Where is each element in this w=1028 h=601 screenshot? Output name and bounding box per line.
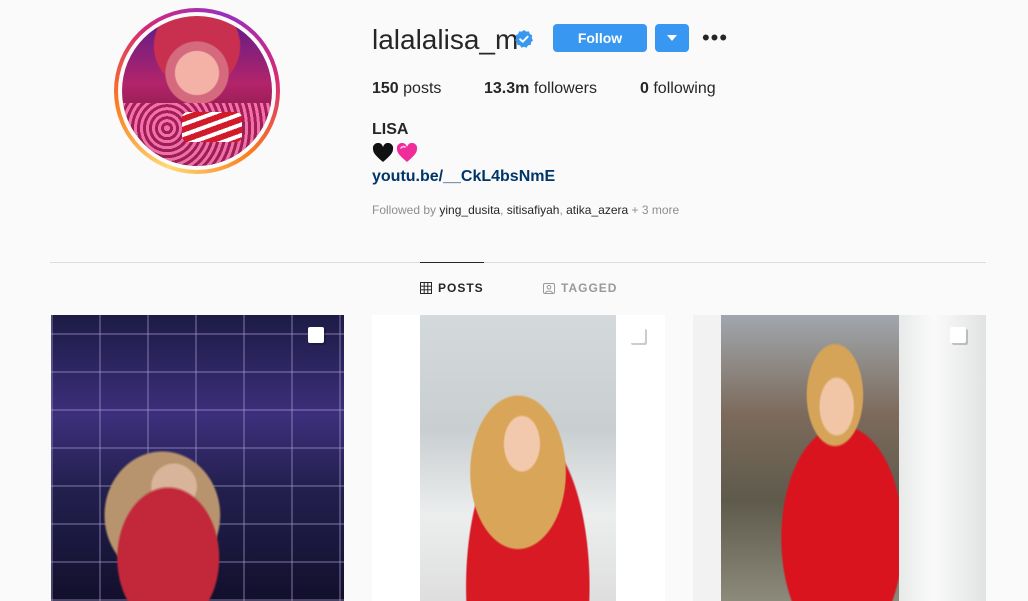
following-count: 0 [640,80,649,97]
following-label: following [653,80,716,97]
black-heart-icon [372,143,394,162]
post-curtain [899,315,986,601]
posts-count: 150 [372,80,399,97]
bio-link[interactable]: youtu.be/__CkL4bsNmE [372,168,555,186]
tabs-divider [50,262,986,263]
active-tab-indicator [420,262,484,263]
username: lalalalisa_m [372,24,519,55]
followers-label: followers [533,80,597,97]
verified-badge-icon [515,30,533,48]
grid-icon [420,282,432,294]
tab-posts-label: POSTS [438,281,484,295]
followed-by-name[interactable]: ying_dusita [439,203,500,217]
post-photo [721,315,899,601]
post-thumbnail[interactable] [693,315,986,601]
avatar [122,16,272,166]
tab-posts[interactable]: POSTS [420,281,484,295]
post-thumbnail[interactable] [372,315,665,601]
multi-photo-icon [308,327,326,345]
chevron-down-icon [667,35,677,41]
bio-emojis [372,143,418,165]
suggested-dropdown-button[interactable] [655,24,689,52]
more-options-icon[interactable]: ••• [702,26,727,50]
followed-by-prefix: Followed by [372,203,437,217]
tab-tagged-label: TAGGED [561,281,618,295]
followed-by-more[interactable]: + 3 more [632,203,680,217]
following-stat[interactable]: 0 following [640,80,716,98]
posts-stat: 150 posts [372,80,441,98]
followers-count: 13.3m [484,80,530,97]
follow-button[interactable]: Follow [553,24,647,52]
followed-by[interactable]: Followed by ying_dusita, sitisafiyah, at… [372,203,679,217]
tab-tagged[interactable]: TAGGED [543,281,617,295]
followed-by-name[interactable]: sitisafiyah [507,203,560,217]
followed-by-name[interactable]: atika_azera [566,203,628,217]
avatar-collar [182,112,242,142]
multi-photo-icon [629,327,647,345]
post-thumbnail[interactable] [51,315,344,601]
post-photo [420,315,616,601]
multi-photo-icon [950,327,968,345]
profile-avatar-ring[interactable] [114,8,280,174]
tagged-icon [543,283,555,294]
full-name: LISA [372,121,409,138]
followers-stat[interactable]: 13.3m followers [484,80,597,98]
posts-label: posts [403,80,442,97]
pink-heart-icon [396,143,418,162]
